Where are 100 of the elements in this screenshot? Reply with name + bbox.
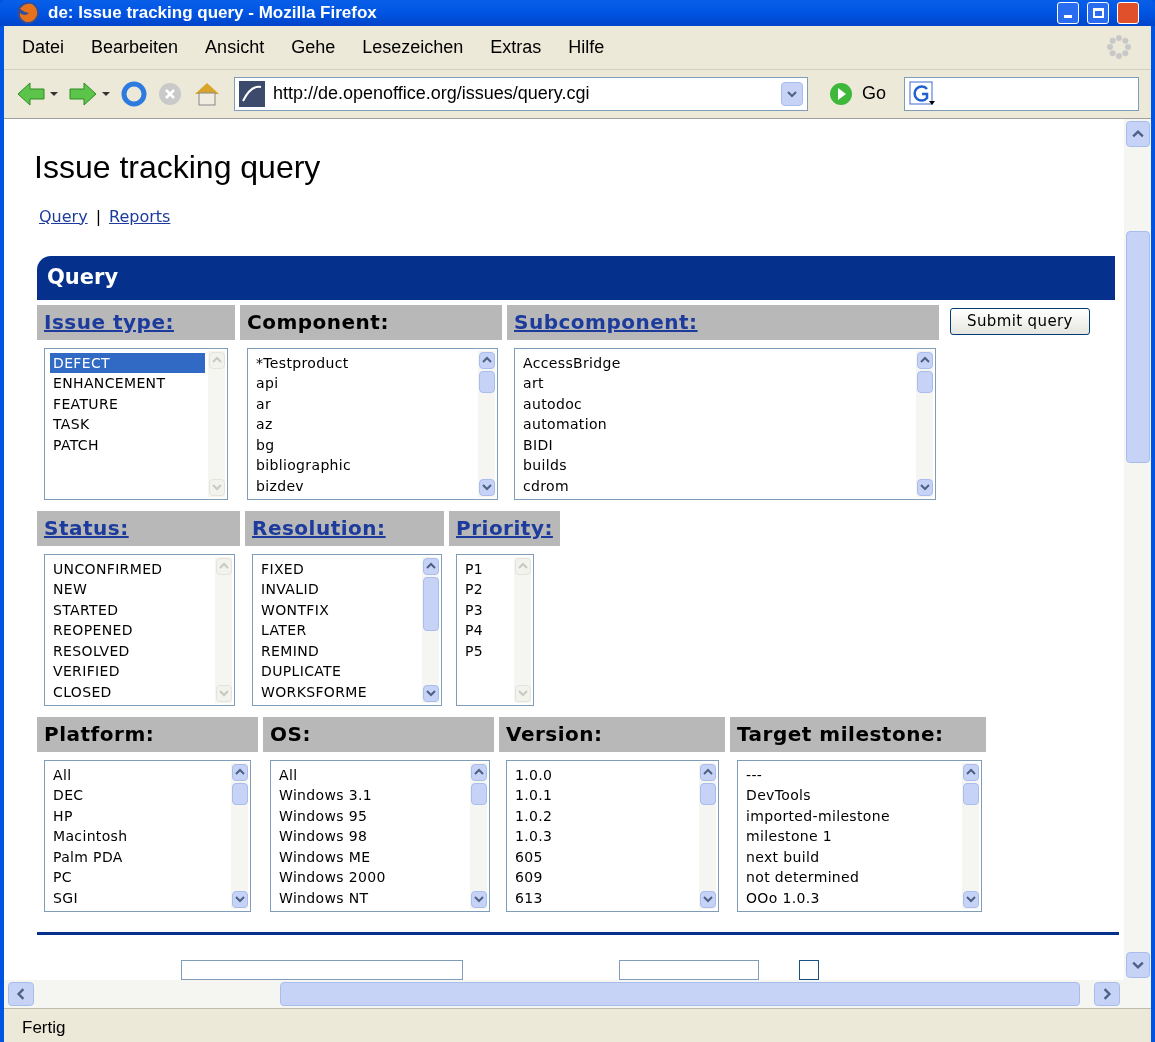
list-box[interactable]: FIXED INVALID WONTFIX LATER REMIND DUPLICATE WORKSFORME [252, 553, 442, 706]
list-option[interactable]: Windows 3.1 [276, 785, 467, 806]
list-option[interactable]: All [276, 764, 467, 785]
dropdown[interactable] [619, 959, 759, 980]
forward-icon[interactable] [68, 80, 112, 107]
list-option[interactable]: STARTED [50, 599, 212, 620]
list-option[interactable]: automation [520, 414, 913, 435]
list-option[interactable]: VERIFIED [50, 661, 212, 682]
list-box[interactable]: DEFECT ENHANCEMENT FEATURE TASK PATCH [44, 347, 228, 500]
list-option[interactable]: bg [253, 434, 475, 455]
list-option[interactable]: LATER [258, 620, 419, 641]
list-option[interactable]: bizdev [253, 475, 475, 496]
menu-item[interactable]: Gehe [291, 33, 336, 61]
submit-button[interactable]: Submit query [950, 307, 1090, 335]
list-option[interactable]: WORKSFORME [258, 681, 419, 702]
list-option[interactable]: AccessBridge [520, 352, 913, 373]
list-option[interactable]: 613 [512, 887, 696, 908]
checkbox[interactable] [799, 959, 819, 980]
list-box[interactable]: All Windows 3.1 Windows 95 Windows 98 Windows ME Windows 2000 Windows NT [270, 759, 490, 912]
scrollbar-thumb[interactable] [422, 576, 439, 631]
menu-item[interactable]: Bearbeiten [91, 33, 179, 61]
maximize-button[interactable] [1087, 1, 1109, 24]
scrollbar-thumb[interactable] [916, 370, 933, 393]
list-option[interactable]: INVALID [258, 579, 419, 600]
list-option[interactable]: --- [743, 764, 959, 785]
list-option[interactable]: imported-milestone [743, 805, 959, 826]
list-option[interactable]: Windows ME [276, 846, 467, 867]
list-option[interactable]: 605 [512, 846, 696, 867]
list-option[interactable]: art [520, 373, 913, 394]
list-option[interactable]: UNCONFIRMED [50, 558, 212, 579]
text-field[interactable] [181, 959, 463, 980]
list-option[interactable]: REMIND [258, 640, 419, 661]
address-field[interactable]: http://de.openoffice.org/issues/query.cgi [234, 76, 808, 111]
scrollbar-thumb[interactable] [1125, 230, 1150, 463]
list-option[interactable]: api [253, 373, 475, 394]
list-option[interactable]: P3 [462, 599, 511, 620]
list-option[interactable]: milestone 1 [743, 826, 959, 847]
list-option[interactable]: All [50, 764, 228, 785]
list-option[interactable]: Windows 95 [276, 805, 467, 826]
list-option[interactable]: not determined [743, 867, 959, 888]
list-box[interactable]: All DEC HP Macintosh Palm PDA PC SGI [44, 759, 251, 912]
scrollbar-thumb[interactable] [470, 782, 487, 805]
scrollbar-thumb[interactable] [962, 782, 979, 805]
list-option[interactable]: Palm PDA [50, 846, 228, 867]
list-option[interactable]: P4 [462, 620, 511, 641]
list-box[interactable]: --- DevTools imported-milestone milestone 1 next build not determined OOo 1.0.3 [737, 759, 982, 912]
list-box[interactable]: AccessBridge art autodoc automation BIDI builds cdrom [514, 347, 936, 500]
scrollbar[interactable] [962, 762, 979, 909]
menu-item[interactable]: Lesezeichen [362, 33, 464, 61]
list-option[interactable]: DUPLICATE [258, 661, 419, 682]
list-option[interactable]: Windows 2000 [276, 867, 467, 888]
list-option[interactable]: PC [50, 867, 228, 888]
scrollbar[interactable] [478, 350, 495, 497]
scrollbar[interactable] [422, 556, 439, 703]
list-option[interactable]: WONTFIX [258, 599, 419, 620]
list-option[interactable]: 1.0.1 [512, 785, 696, 806]
vertical-scrollbar[interactable] [1124, 118, 1151, 980]
minimize-button[interactable] [1057, 1, 1079, 24]
scrollbar-thumb[interactable] [280, 981, 1080, 1006]
list-option[interactable]: autodoc [520, 393, 913, 414]
list-option[interactable]: DevTools [743, 785, 959, 806]
close-button[interactable] [1117, 1, 1139, 24]
list-option[interactable]: Windows NT [276, 887, 467, 908]
list-option[interactable]: FIXED [258, 558, 419, 579]
list-option[interactable]: *Testproduct [253, 352, 475, 373]
list-option[interactable]: BIDI [520, 434, 913, 455]
list-box[interactable]: *Testproduct api ar az bg bibliographic bizdev [247, 347, 498, 500]
list-option[interactable]: ar [253, 393, 475, 414]
list-option[interactable]: ENHANCEMENT [50, 373, 205, 394]
list-option[interactable]: RESOLVED [50, 640, 212, 661]
list-option[interactable]: builds [520, 455, 913, 476]
list-option[interactable]: cdrom [520, 475, 913, 496]
nav-link[interactable]: Reports [109, 204, 171, 229]
search-engine-icon[interactable] [909, 80, 937, 107]
go-icon[interactable] [828, 80, 854, 107]
scrollbar-thumb[interactable] [699, 782, 716, 805]
list-option[interactable]: SGI [50, 887, 228, 908]
menu-item[interactable]: Datei [22, 33, 65, 61]
list-option[interactable]: next build [743, 846, 959, 867]
list-option[interactable]: 1.0.0 [512, 764, 696, 785]
list-option[interactable]: P1 [462, 558, 511, 579]
list-option[interactable]: TASK [50, 414, 205, 435]
list-option[interactable]: P5 [462, 640, 511, 661]
list-option[interactable]: PATCH [50, 434, 205, 455]
scrollbar[interactable] [699, 762, 716, 909]
list-option[interactable]: az [253, 414, 475, 435]
list-option[interactable]: HP [50, 805, 228, 826]
list-option[interactable]: bibliographic [253, 455, 475, 476]
list-option[interactable]: Windows 98 [276, 826, 467, 847]
list-option[interactable]: NEW [50, 579, 212, 600]
list-option[interactable]: REOPENED [50, 620, 212, 641]
menu-item[interactable]: Hilfe [568, 33, 605, 61]
scrollbar[interactable] [470, 762, 487, 909]
scrollbar[interactable] [208, 350, 225, 497]
list-option[interactable]: DEC [50, 785, 228, 806]
go-button[interactable]: Go [862, 80, 886, 107]
list-option[interactable]: OOo 1.0.3 [743, 887, 959, 908]
search-field[interactable] [904, 76, 1139, 111]
list-option[interactable]: 1.0.2 [512, 805, 696, 826]
nav-link[interactable]: Query [39, 204, 88, 229]
